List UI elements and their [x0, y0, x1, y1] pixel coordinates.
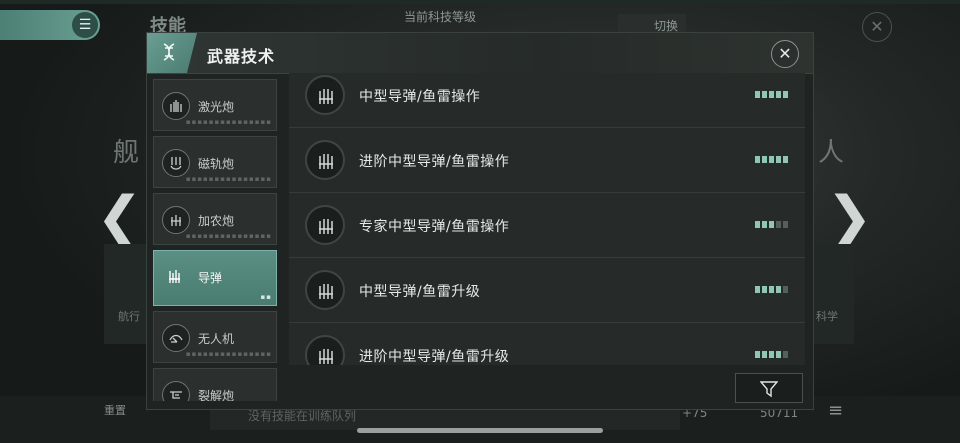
skill-name: 进阶中型导弹/鱼雷升级	[359, 349, 510, 365]
progress-dots: ▪▪▪▪▪▪▪▪▪▪▪▪▪▪▪	[185, 350, 272, 358]
top-bar	[0, 0, 960, 4]
skill-row[interactable]: 中型导弹/鱼雷操作	[289, 73, 805, 128]
skill-name: 中型导弹/鱼雷升级	[359, 284, 481, 300]
dialog-title: 武器技术	[207, 47, 276, 66]
progress-dots: ▪▪	[260, 293, 272, 301]
dialog-header: 武器技术 ✕	[147, 33, 813, 74]
background-close-icon[interactable]: ✕	[862, 12, 892, 42]
progress-dots: ▪▪▪▪▪▪▪▪▪▪▪▪▪▪▪	[185, 175, 272, 183]
sidebar-item-label: 裂解炮	[198, 389, 235, 401]
prev-arrow-icon[interactable]: ❮	[96, 188, 143, 248]
card-label: 科学	[816, 310, 838, 323]
list-icon: ☰	[72, 12, 98, 38]
skill-list: 中型导弹/鱼雷操作 进阶中型导弹/鱼雷操作 专家中型导弹/鱼雷操作 中型导弹/鱼…	[289, 73, 807, 365]
close-icon[interactable]: ✕	[771, 40, 799, 68]
sidebar-item-railgun[interactable]: 磁轨炮 ▪▪▪▪▪▪▪▪▪▪▪▪▪▪▪	[153, 136, 277, 188]
sidebar-item-label: 磁轨炮	[198, 157, 235, 171]
sidebar-item-label: 加农炮	[198, 214, 235, 228]
menu-button[interactable]: ☰	[0, 10, 100, 40]
card-label: 航行	[118, 310, 140, 323]
sidebar-item-label: 导弹	[198, 271, 223, 285]
hamburger-icon[interactable]: ≡	[828, 400, 850, 422]
skill-row[interactable]: 专家中型导弹/鱼雷操作	[289, 193, 805, 258]
railgun-icon	[162, 149, 190, 177]
reset-button[interactable]: 重置	[104, 402, 126, 418]
sidebar-item-cannon[interactable]: 加农炮 ▪▪▪▪▪▪▪▪▪▪▪▪▪▪▪	[153, 193, 277, 245]
skill-row[interactable]: 中型导弹/鱼雷升级	[289, 258, 805, 323]
skill-row[interactable]: 进阶中型导弹/鱼雷操作	[289, 128, 805, 193]
missile-skill-icon	[305, 335, 345, 365]
filter-button[interactable]	[735, 373, 803, 403]
skill-name: 专家中型导弹/鱼雷操作	[359, 219, 510, 235]
missile-icon	[162, 263, 188, 289]
ship-text: 舰	[113, 138, 140, 168]
skill-level-pips	[755, 286, 791, 293]
tech-level-label: 当前科技等级	[404, 10, 477, 24]
sidebar-item-label: 激光炮	[198, 100, 235, 114]
disintegrator-icon	[162, 381, 190, 401]
skill-card-navigation[interactable]: 航行	[104, 244, 148, 344]
home-indicator[interactable]	[357, 428, 603, 433]
missile-skill-icon	[305, 75, 345, 115]
dna-icon	[163, 43, 175, 61]
missile-skill-icon	[305, 205, 345, 245]
skill-level-pips	[755, 91, 791, 98]
skill-card-science[interactable]: 科学	[812, 244, 854, 344]
skill-level-pips	[755, 221, 791, 228]
skill-level-pips	[755, 351, 791, 358]
sidebar-item-laser[interactable]: 激光炮 ▪▪▪▪▪▪▪▪▪▪▪▪▪▪▪	[153, 79, 277, 131]
skill-row[interactable]: 进阶中型导弹/鱼雷升级	[289, 323, 805, 365]
missile-skill-icon	[305, 270, 345, 310]
drone-icon	[162, 324, 190, 352]
missile-skill-icon	[305, 140, 345, 180]
filter-icon	[760, 381, 778, 398]
progress-dots: ▪▪▪▪▪▪▪▪▪▪▪▪▪▪▪	[185, 118, 272, 126]
sidebar-item-label: 无人机	[198, 332, 235, 346]
dialog-badge	[147, 33, 197, 73]
skill-level-pips	[755, 156, 791, 163]
weapon-tech-dialog: 武器技术 ✕ 激光炮 ▪▪▪▪▪▪▪▪▪▪▪▪▪▪▪ 磁轨炮 ▪▪▪▪▪▪▪▪▪…	[146, 32, 814, 410]
person-text: 人	[818, 138, 845, 168]
laser-cannon-icon	[162, 92, 190, 120]
skill-name: 进阶中型导弹/鱼雷操作	[359, 154, 510, 170]
cannon-icon	[162, 206, 190, 234]
sidebar-item-disintegrator[interactable]: 裂解炮	[153, 368, 277, 401]
weapon-category-sidebar: 激光炮 ▪▪▪▪▪▪▪▪▪▪▪▪▪▪▪ 磁轨炮 ▪▪▪▪▪▪▪▪▪▪▪▪▪▪▪ …	[153, 79, 281, 401]
skill-name: 中型导弹/鱼雷操作	[359, 89, 481, 105]
progress-dots: ▪▪▪▪▪▪▪▪▪▪▪▪▪▪▪	[185, 232, 272, 240]
sidebar-item-missile[interactable]: 导弹 ▪▪	[153, 250, 277, 306]
next-arrow-icon[interactable]: ❯	[826, 188, 873, 248]
sidebar-item-drone[interactable]: 无人机 ▪▪▪▪▪▪▪▪▪▪▪▪▪▪▪	[153, 311, 277, 363]
